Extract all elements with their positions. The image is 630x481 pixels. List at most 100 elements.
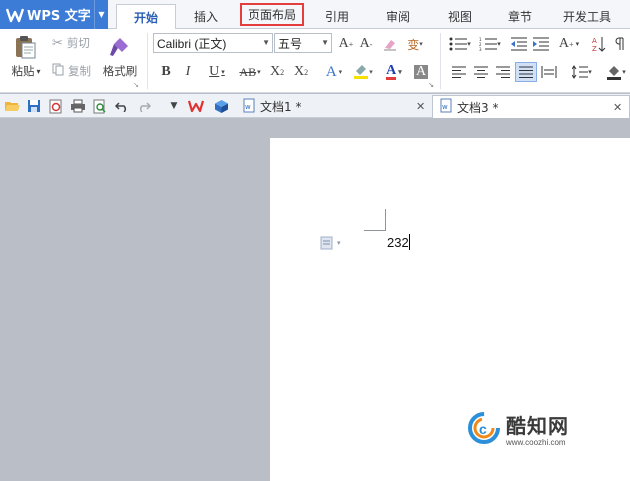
chevron-down-icon: ▾ xyxy=(622,68,626,76)
ribbon-home: 粘贴 ▾ ✂ 剪切 复制 格式刷 ↘ Calibri (正文) ▼ 五号 ▼ A + … xyxy=(0,29,630,93)
grow-font-icon: A xyxy=(338,36,349,51)
copy-icon xyxy=(52,63,64,79)
document-tab-1[interactable]: w 文档1 * ✕ xyxy=(240,95,430,118)
wps-logo-icon xyxy=(5,5,25,25)
close-icon[interactable]: ✕ xyxy=(613,101,622,114)
close-icon[interactable]: ✕ xyxy=(416,100,425,113)
tab-view[interactable]: 视图 xyxy=(434,4,486,29)
text-effect-button[interactable]: A ▾ xyxy=(320,63,348,81)
shading-button[interactable]: ▾ xyxy=(602,63,630,81)
svg-text:w: w xyxy=(442,103,448,111)
copy-button[interactable]: 复制 xyxy=(52,63,98,79)
sort-icon[interactable]: AZ xyxy=(590,35,608,53)
document-icon: w xyxy=(439,98,453,116)
superscript-button[interactable]: X2 xyxy=(268,63,286,81)
customize-toolbar-icon[interactable]: ▼ xyxy=(166,98,182,114)
chevron-down-icon: ▾ xyxy=(467,40,471,48)
numbered-list-button[interactable]: 123 ▾ xyxy=(476,35,504,53)
decrease-indent-icon[interactable] xyxy=(510,35,528,53)
tab-chapter[interactable]: 章节 xyxy=(494,4,546,29)
chevron-down-icon: ▾ xyxy=(575,40,580,48)
clear-format-icon[interactable] xyxy=(380,35,400,53)
document-tab-label: 文档1 * xyxy=(260,100,302,114)
svg-text:c: c xyxy=(479,421,487,437)
print-preview-icon[interactable] xyxy=(92,98,108,114)
document-tab-label: 文档3 * xyxy=(457,100,499,115)
document-tab-3[interactable]: w 文档3 * ✕ xyxy=(432,95,630,118)
svg-text:w: w xyxy=(245,103,251,111)
paragraph-layout-button[interactable]: ▾ xyxy=(320,236,346,250)
grow-font-button[interactable]: A + xyxy=(337,35,355,53)
bullet-list-button[interactable]: ▾ xyxy=(446,35,474,53)
chevron-down-icon[interactable]: ▼ xyxy=(262,34,270,52)
text-caret xyxy=(409,234,410,250)
cube-icon[interactable] xyxy=(213,98,229,114)
tab-page-layout[interactable]: 页面布局 xyxy=(240,3,304,26)
tab-insert[interactable]: 插入 xyxy=(180,4,232,29)
justify-icon[interactable] xyxy=(515,62,537,82)
format-painter-icon[interactable] xyxy=(106,33,132,61)
font-name-value: Calibri (正文) xyxy=(157,36,227,51)
chevron-down-icon[interactable]: ▼ xyxy=(321,34,329,52)
align-right-icon[interactable] xyxy=(494,63,512,81)
watermark-url: www.coozhi.com xyxy=(506,437,566,447)
change-case-button[interactable]: A + ▾ xyxy=(554,35,584,53)
underline-icon: U xyxy=(209,64,220,79)
increase-indent-icon[interactable] xyxy=(532,35,550,53)
cut-button[interactable]: ✂ 剪切 xyxy=(52,35,98,51)
export-pdf-icon[interactable] xyxy=(48,98,64,114)
dialog-launcher-icon[interactable]: ↘ xyxy=(132,81,140,89)
tab-review[interactable]: 审阅 xyxy=(372,4,424,29)
format-painter-label[interactable]: 格式刷 xyxy=(100,63,140,79)
undo-icon[interactable] xyxy=(114,98,130,114)
ribbon-divider xyxy=(147,33,148,89)
phonetic-guide-icon: 变 xyxy=(407,37,420,52)
save-icon[interactable] xyxy=(26,98,42,114)
strikethrough-button[interactable]: AB ▾ xyxy=(236,63,264,81)
chevron-down-icon: ▾ xyxy=(221,68,225,76)
tab-home[interactable]: 开始 xyxy=(116,4,176,30)
dialog-launcher-icon[interactable]: ↘ xyxy=(427,81,435,89)
wps-cloud-icon[interactable] xyxy=(188,98,204,114)
phonetic-guide-button[interactable]: 变 ▾ xyxy=(404,35,426,53)
tab-references[interactable]: 引用 xyxy=(312,4,362,29)
distributed-align-icon[interactable] xyxy=(540,63,558,81)
highlight-color-button[interactable]: ▾ xyxy=(350,63,376,81)
tab-developer[interactable]: 开发工具 xyxy=(554,4,620,29)
align-center-icon[interactable] xyxy=(472,63,490,81)
line-spacing-button[interactable]: ▾ xyxy=(568,63,596,81)
character-shading-icon: A xyxy=(413,64,429,79)
document-body-text[interactable]: 232 xyxy=(387,235,409,250)
chevron-down-icon: ▾ xyxy=(337,239,341,247)
paste-icon[interactable] xyxy=(10,33,40,61)
subscript-button[interactable]: X2 xyxy=(292,63,310,81)
font-size-select[interactable]: 五号 ▼ xyxy=(274,33,332,53)
shrink-font-button[interactable]: A- xyxy=(357,35,375,53)
cut-label: 剪切 xyxy=(66,36,90,50)
redo-icon[interactable] xyxy=(136,98,152,114)
show-marks-icon[interactable] xyxy=(612,35,628,53)
font-color-button[interactable]: A ▾ xyxy=(380,63,408,81)
paste-button[interactable]: 粘贴 ▾ xyxy=(6,63,46,79)
copy-label: 复制 xyxy=(68,64,91,78)
bullet-list-icon xyxy=(449,37,468,51)
chevron-down-icon: ▾ xyxy=(369,68,373,76)
open-folder-icon[interactable] xyxy=(4,98,20,114)
character-shading-button[interactable]: A xyxy=(412,63,430,81)
subscript-icon: X xyxy=(293,64,305,79)
paragraph-layout-icon xyxy=(320,236,333,250)
paint-bucket-icon xyxy=(607,66,622,80)
chevron-down-icon[interactable]: ▼ xyxy=(94,0,108,29)
underline-button[interactable]: U ▾ xyxy=(204,63,230,81)
strikethrough-icon: AB xyxy=(239,64,257,79)
chevron-down-icon: ▾ xyxy=(36,66,41,76)
paste-label: 粘贴 xyxy=(11,64,35,78)
italic-button[interactable]: I xyxy=(180,63,196,81)
align-left-icon[interactable] xyxy=(450,63,468,81)
print-icon[interactable] xyxy=(70,98,86,114)
font-name-select[interactable]: Calibri (正文) ▼ xyxy=(153,33,273,53)
bold-button[interactable]: B xyxy=(158,63,174,81)
wps-app-menu-button[interactable]: WPS 文字 ▼ xyxy=(0,0,108,29)
svg-text:A: A xyxy=(592,37,597,45)
line-spacing-icon xyxy=(572,65,589,79)
